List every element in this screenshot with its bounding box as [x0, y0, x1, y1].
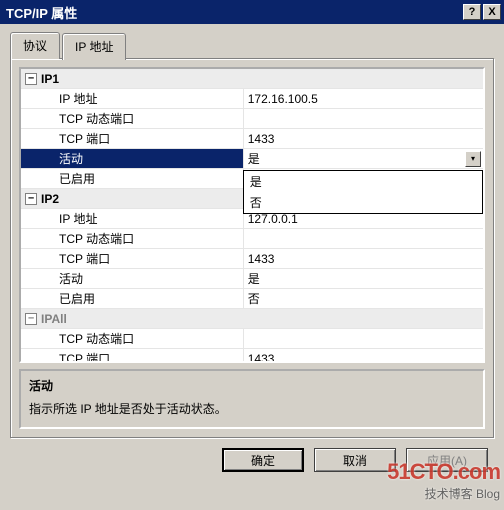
- row-ip1-ip-address[interactable]: IP 地址 172.16.100.5: [21, 89, 483, 109]
- value-ip2-active[interactable]: 是: [248, 270, 260, 287]
- label-enabled: 已启用: [59, 290, 95, 307]
- label-active: 活动: [59, 150, 83, 167]
- value-ip2-enabled[interactable]: 否: [248, 290, 260, 307]
- value-ip1-tcp-port[interactable]: 1433: [248, 132, 275, 146]
- button-bar: 确定 取消 应用(A): [10, 438, 494, 474]
- label-tcp-port: TCP 端口: [59, 350, 110, 363]
- value-ip1-ip-address[interactable]: 172.16.100.5: [248, 92, 318, 106]
- group-header-ip1[interactable]: − IP1: [21, 69, 483, 89]
- collapse-icon[interactable]: −: [25, 73, 37, 85]
- title-bar: TCP/IP 属性 ? X: [0, 0, 504, 24]
- tab-strip: 协议 IP 地址: [10, 32, 494, 59]
- cancel-button[interactable]: 取消: [314, 448, 396, 472]
- dropdown-option-yes[interactable]: 是: [244, 171, 482, 192]
- group-header-ipall[interactable]: − IPAll: [21, 309, 483, 329]
- label-ip-address: IP 地址: [59, 210, 97, 227]
- ok-button[interactable]: 确定: [222, 448, 304, 472]
- group-ip1-label: IP1: [41, 72, 59, 86]
- label-tcp-port: TCP 端口: [59, 130, 110, 147]
- value-ipall-tcp-port[interactable]: 1433: [248, 352, 275, 364]
- row-ip1-active[interactable]: 活动 是 ▾: [21, 149, 483, 169]
- close-icon[interactable]: X: [483, 4, 501, 20]
- tab-ip-address[interactable]: IP 地址: [62, 33, 126, 60]
- apply-button[interactable]: 应用(A): [406, 448, 488, 472]
- row-ip2-enabled[interactable]: 已启用 否: [21, 289, 483, 309]
- label-tcp-dynamic: TCP 动态端口: [59, 110, 134, 127]
- label-tcp-dynamic: TCP 动态端口: [59, 330, 134, 347]
- watermark-small: 技术博客 Blog: [387, 485, 500, 502]
- window-title: TCP/IP 属性: [3, 3, 461, 22]
- group-ipall-label: IPAll: [41, 312, 67, 326]
- help-icon[interactable]: ?: [463, 4, 481, 20]
- label-tcp-dynamic: TCP 动态端口: [59, 230, 134, 247]
- dropdown-option-no[interactable]: 否: [244, 192, 482, 213]
- value-ip1-active[interactable]: 是: [248, 150, 260, 167]
- value-ip2-tcp-port[interactable]: 1433: [248, 252, 275, 266]
- row-ip2-tcp-dynamic[interactable]: TCP 动态端口: [21, 229, 483, 249]
- row-ipall-tcp-dynamic[interactable]: TCP 动态端口: [21, 329, 483, 349]
- description-title: 活动: [29, 377, 475, 394]
- row-ip1-tcp-port[interactable]: TCP 端口 1433: [21, 129, 483, 149]
- description-panel: 活动 指示所选 IP 地址是否处于活动状态。: [19, 369, 485, 429]
- property-grid: − IP1 IP 地址 172.16.100.5 TCP 动态端口 TCP 端口…: [19, 67, 485, 363]
- collapse-icon[interactable]: −: [25, 193, 37, 205]
- tab-pane: − IP1 IP 地址 172.16.100.5 TCP 动态端口 TCP 端口…: [10, 58, 494, 438]
- label-enabled: 已启用: [59, 170, 95, 187]
- row-ip2-active[interactable]: 活动 是: [21, 269, 483, 289]
- row-ip1-tcp-dynamic[interactable]: TCP 动态端口: [21, 109, 483, 129]
- row-ipall-tcp-port[interactable]: TCP 端口 1433: [21, 349, 483, 363]
- dropdown-button-icon[interactable]: ▾: [465, 151, 481, 167]
- label-tcp-port: TCP 端口: [59, 250, 110, 267]
- tab-protocol[interactable]: 协议: [10, 32, 60, 59]
- active-dropdown[interactable]: 是 否: [243, 170, 483, 214]
- label-ip-address: IP 地址: [59, 90, 97, 107]
- row-ip2-tcp-port[interactable]: TCP 端口 1433: [21, 249, 483, 269]
- dialog-body: 协议 IP 地址 − IP1 IP 地址 172.16.100.5 TCP 动态…: [0, 24, 504, 484]
- group-ip2-label: IP2: [41, 192, 59, 206]
- label-active: 活动: [59, 270, 83, 287]
- collapse-icon[interactable]: −: [25, 313, 37, 325]
- description-body: 指示所选 IP 地址是否处于活动状态。: [29, 400, 475, 417]
